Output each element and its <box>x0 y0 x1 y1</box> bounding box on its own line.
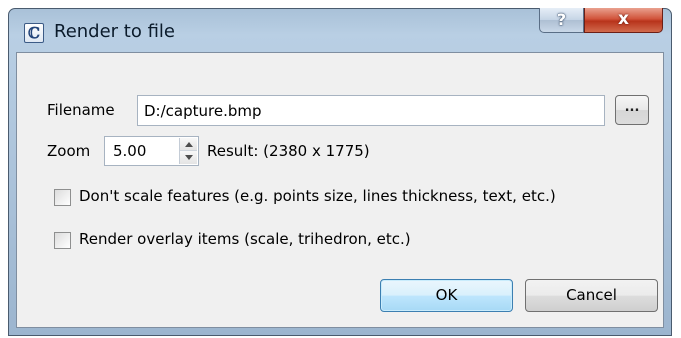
render-overlay-checkbox[interactable] <box>54 232 71 249</box>
ok-button[interactable]: OK <box>380 279 513 312</box>
zoom-spin-buttons <box>179 138 197 164</box>
arrow-down-icon <box>184 155 193 160</box>
zoom-spinbox[interactable]: 5.00 <box>104 136 199 166</box>
browse-button[interactable]: ... <box>615 95 649 125</box>
filename-label: Filename <box>47 101 115 119</box>
dialog-window: ℂ Render to file ? x Filename ... Zoom 5… <box>8 8 672 336</box>
cloudcompare-app-icon: ℂ <box>24 23 44 43</box>
zoom-value: 5.00 <box>113 142 147 160</box>
arrow-up-icon <box>184 141 193 147</box>
filename-input[interactable] <box>137 95 605 126</box>
cancel-button[interactable]: Cancel <box>525 279 658 312</box>
dialog-title: Render to file <box>54 21 176 42</box>
render-overlay-label[interactable]: Render overlay items (scale, trihedron, … <box>79 230 411 248</box>
title-bar[interactable]: ℂ Render to file ? x <box>9 8 671 53</box>
result-text: Result: (2380 x 1775) <box>207 142 370 160</box>
zoom-decrement-button[interactable] <box>180 151 197 164</box>
help-button[interactable]: ? <box>539 8 584 33</box>
dont-scale-features-label[interactable]: Don't scale features (e.g. points size, … <box>79 187 556 205</box>
close-button[interactable]: x <box>584 8 663 33</box>
zoom-increment-button[interactable] <box>180 138 197 151</box>
zoom-label: Zoom <box>47 142 91 160</box>
dialog-content: Filename ... Zoom 5.00 Result: (2380 x 1… <box>16 52 664 328</box>
dont-scale-features-checkbox[interactable] <box>54 189 71 206</box>
